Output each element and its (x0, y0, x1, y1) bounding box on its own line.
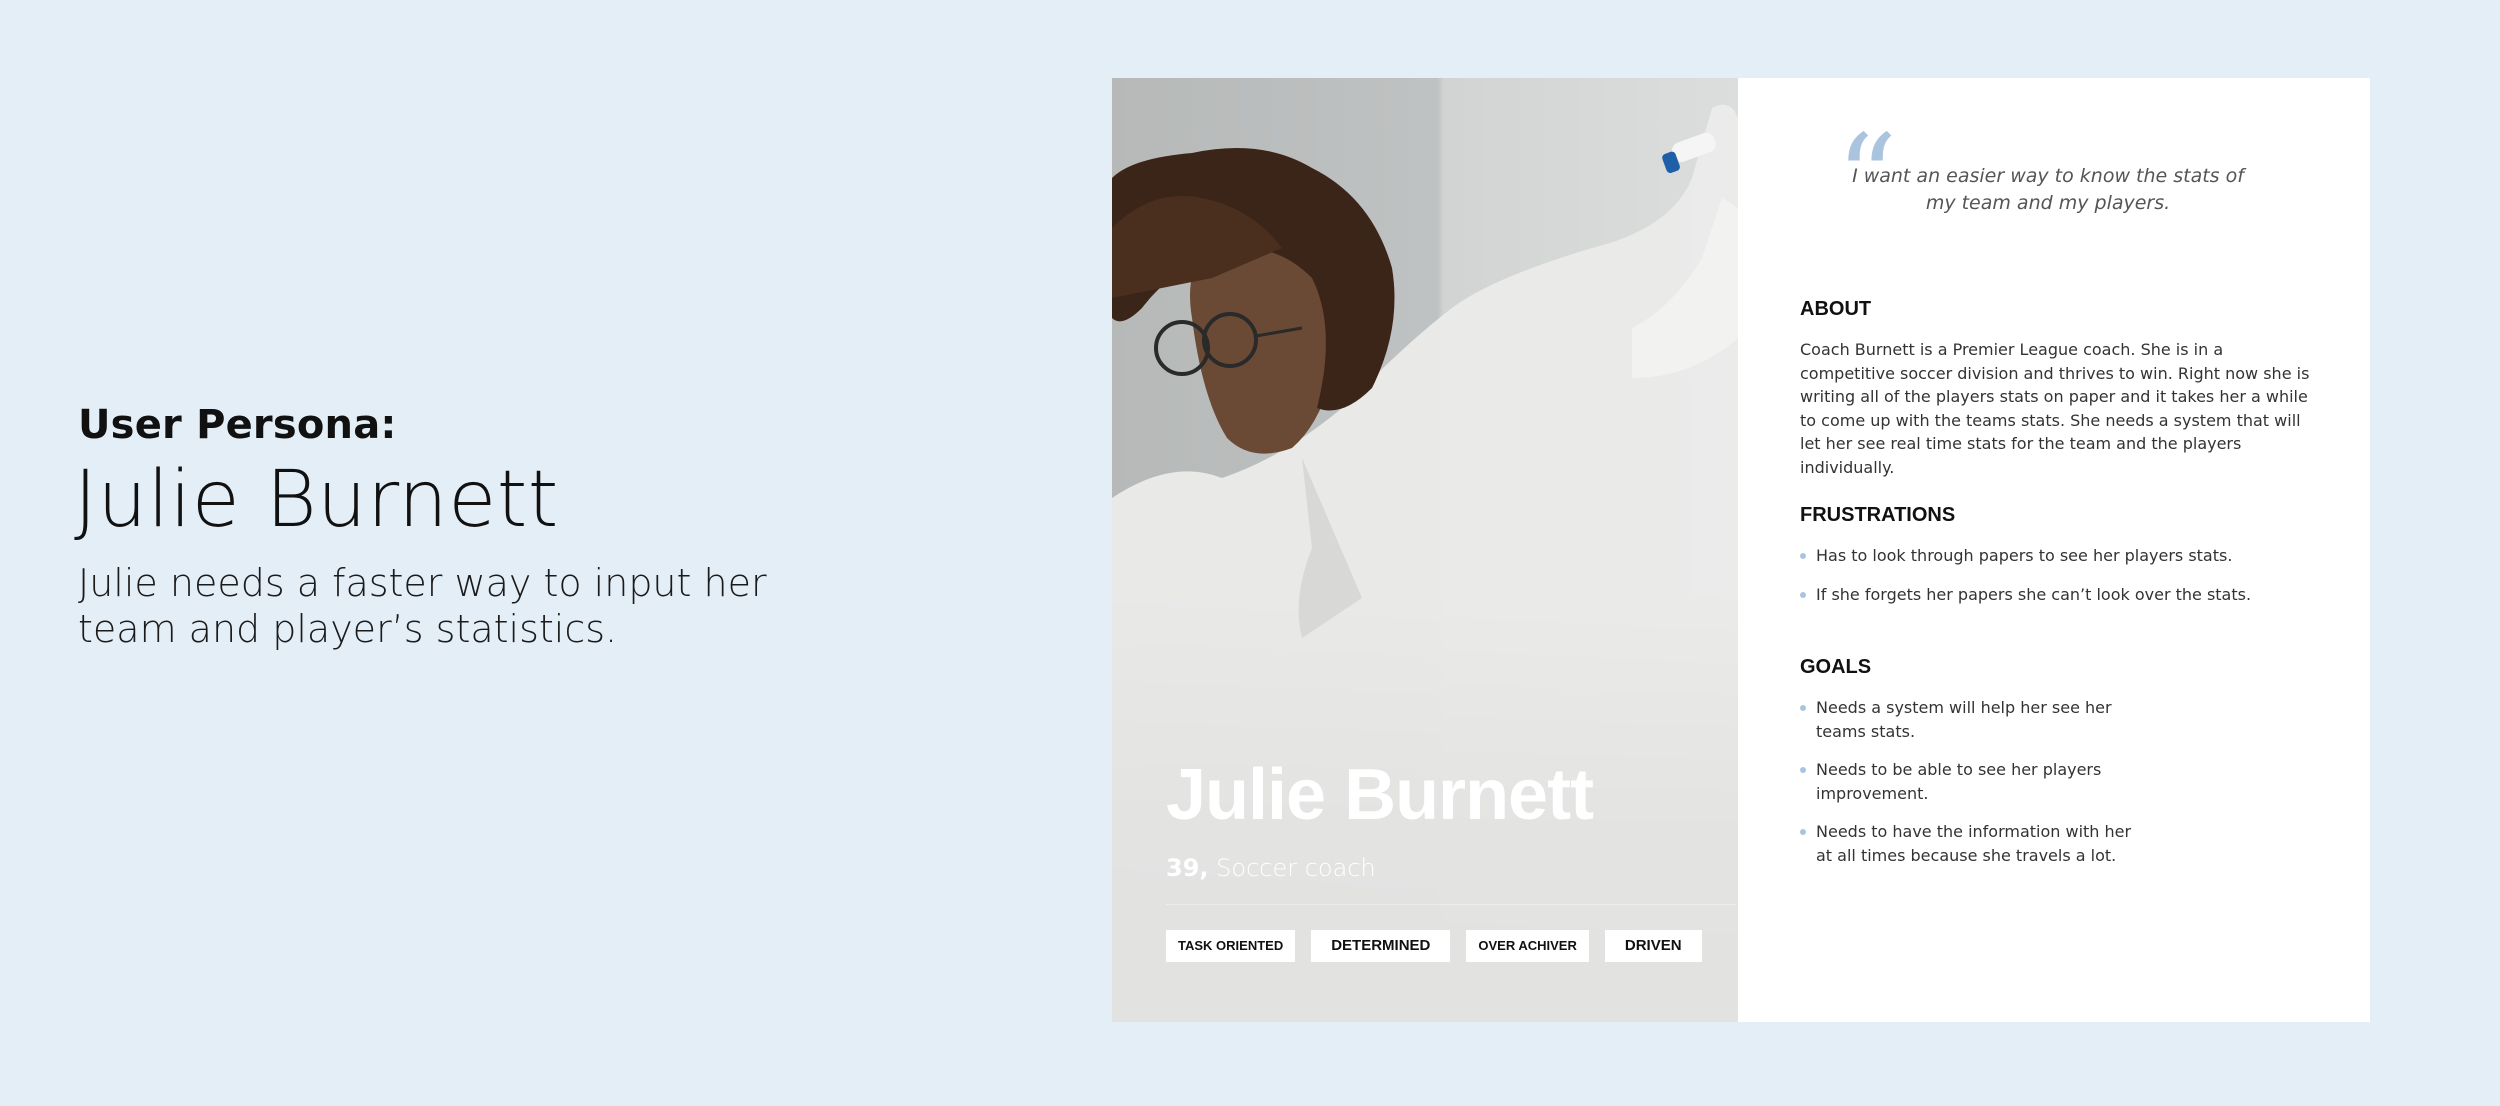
persona-intro: User Persona: Julie Burnett Julie needs … (74, 402, 838, 653)
divider (1166, 904, 1736, 905)
about-heading: ABOUT (1800, 298, 1872, 320)
persona-card: Julie Burnett 39, Soccer coach TASK ORIE… (1112, 78, 2370, 1022)
persona-details: “ I want an easier way to know the stats… (1738, 78, 2370, 1022)
persona-summary: Julie needs a faster way to input her te… (78, 560, 767, 652)
bullet-dot-icon (1800, 553, 1806, 559)
trait-tag: OVER ACHIVER (1466, 930, 1589, 962)
persona-title: Julie Burnett (74, 455, 559, 545)
persona-kicker: User Persona: (78, 402, 397, 448)
card-age: 39, (1166, 854, 1209, 882)
frustration-text: Has to look through papers to see her pl… (1816, 546, 2233, 565)
list-item: Needs to be able to see her players impr… (1800, 758, 2140, 805)
frustrations-heading: FRUSTRATIONS (1800, 504, 1956, 526)
list-item: Has to look through papers to see her pl… (1800, 544, 2320, 568)
about-text: Coach Burnett is a Premier League coach.… (1800, 340, 2310, 477)
persona-quote: I want an easier way to know the stats o… (1852, 165, 2244, 214)
trait-tag: DRIVEN (1604, 930, 1702, 962)
list-item: Needs to have the information with her a… (1800, 820, 2140, 867)
bullet-dot-icon (1800, 591, 1806, 598)
goals-list: Needs a system will help her see her tea… (1800, 696, 2140, 867)
card-subtitle: 39, Soccer coach (1166, 854, 1376, 882)
persona-photo: Julie Burnett 39, Soccer coach TASK ORIE… (1112, 78, 1738, 1022)
bullet-dot-icon (1800, 705, 1806, 711)
goal-text: Needs to have the information with her a… (1816, 822, 2132, 865)
goal-text: Needs a system will help her see her tea… (1816, 698, 2112, 741)
frustration-text: If she forgets her papers she can’t look… (1816, 584, 2252, 604)
bullet-dot-icon (1800, 829, 1806, 836)
trait-tag: TASK ORIENTED (1166, 930, 1296, 962)
trait-tags: TASK ORIENTED DETERMINED OVER ACHIVER DR… (1166, 930, 1702, 962)
card-role: Soccer coach (1216, 854, 1376, 882)
frustrations-list: Has to look through papers to see her pl… (1800, 544, 2320, 606)
goals-heading: GOALS (1800, 656, 1872, 678)
goal-text: Needs to be able to see her players impr… (1816, 760, 2102, 803)
trait-tag: DETERMINED (1311, 930, 1451, 962)
card-name: Julie Burnett (1166, 755, 1594, 835)
bullet-dot-icon (1800, 767, 1806, 774)
list-item: Needs a system will help her see her tea… (1800, 696, 2140, 743)
list-item: If she forgets her papers she can’t look… (1800, 583, 2320, 607)
